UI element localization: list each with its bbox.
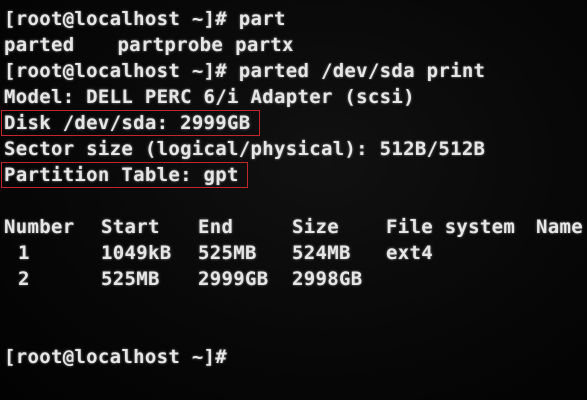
row-file-system: ext4 [386, 242, 433, 264]
disk-size-highlight: Disk /dev/sda: 2999GB [1, 110, 260, 136]
header-end: End [198, 216, 234, 238]
header-size: Size [292, 216, 339, 238]
disk-line: Disk /dev/sda: 2999GB [1, 110, 584, 136]
table-row: 1 1049kB 525MB 524MB ext4 [4, 240, 584, 266]
model-line: Model: DELL PERC 6/i Adapter (scsi) [4, 86, 415, 108]
partition-table-highlight: Partition Table: gpt [1, 162, 248, 188]
row-size: 2998GB [292, 268, 363, 290]
command-line-parted: [root@localhost ~]# parted /dev/sda prin… [4, 60, 486, 82]
row-end: 525MB [198, 242, 257, 264]
sector-size-line: Sector size (logical/physical): 512B/512… [4, 138, 486, 160]
shell-prompt[interactable]: [root@localhost ~]# [4, 344, 584, 370]
table-header: Number Start End Size File system Name [4, 214, 584, 240]
row-start: 525MB [101, 268, 160, 290]
header-file-system: File system [386, 216, 516, 238]
command-line-part: [root@localhost ~]# part [4, 8, 286, 30]
row-size: 524MB [292, 242, 351, 264]
header-start: Start [101, 216, 160, 238]
row-start: 1049kB [101, 242, 172, 264]
header-number: Number [4, 216, 75, 238]
completion-partx: partx [235, 34, 294, 56]
partition-table-line: Partition Table: gpt [1, 162, 584, 188]
completion-parted: parted [4, 34, 75, 56]
row-end: 2999GB [198, 268, 269, 290]
prompt-text: [root@localhost ~]# [4, 346, 228, 368]
completion-partprobe: partprobe [117, 34, 224, 56]
row-number: 1 [18, 242, 30, 264]
completion-list: parted partprobe partx [4, 32, 584, 58]
row-number: 2 [18, 268, 30, 290]
terminal-screen: [root@localhost ~]# part parted partprobe… [0, 0, 587, 400]
header-name: Name [536, 216, 583, 238]
terminal-output: [root@localhost ~]# part parted partprobe… [1, 6, 584, 370]
table-row: 2 525MB 2999GB 2998GB [4, 266, 584, 292]
